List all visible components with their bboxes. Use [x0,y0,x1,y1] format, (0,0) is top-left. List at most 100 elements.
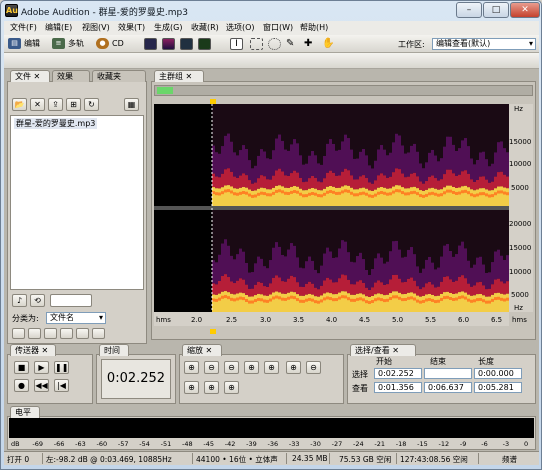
menu-help[interactable]: 帮助(H) [300,22,328,33]
tab-effects[interactable]: 效果 [52,70,90,82]
hand-tool-icon[interactable]: ✋ [322,38,335,50]
spectrum-column [362,294,365,312]
record-button[interactable]: ● [14,379,29,392]
spectrum-column [341,291,344,312]
filter-video-icon[interactable] [44,328,57,339]
filter-loop-icon[interactable] [28,328,41,339]
brush-tool-icon[interactable]: ✎ [286,38,299,50]
selection-length-field[interactable]: 0:00.000 [474,368,522,379]
heal-tool-icon[interactable]: ✚ [304,38,317,50]
workspace-select[interactable]: 编辑查看(默认) ▾ [432,38,536,50]
waveform-view-icon[interactable] [144,38,157,50]
spectral-view-icon[interactable] [162,38,175,50]
stop-button[interactable]: ■ [14,361,29,374]
maximize-button[interactable]: □ [483,2,509,18]
rewind-button[interactable]: ◀◀ [34,379,49,392]
go-to-start-button[interactable]: |◀ [54,379,69,392]
filter-cd-icon[interactable] [92,328,105,339]
view-end-field[interactable]: 0:06.637 [424,382,472,393]
status-divider [478,453,479,464]
spectrum-column [461,171,464,187]
zoom-to-right-edge-icon[interactable]: ⊕ [224,381,239,394]
edit-file-icon[interactable]: ↻ [84,98,99,111]
text-cursor-tool-icon[interactable]: I [230,38,243,50]
lasso-tool-icon[interactable] [268,38,281,50]
cd-view-button[interactable]: ● CD [96,37,124,51]
import-icon[interactable]: ⇪ [48,98,63,111]
tab-transport[interactable]: 传送器 ✕ [10,344,56,356]
insert-icon[interactable]: ⊞ [66,98,81,111]
menu-favorites[interactable]: 收藏(R) [191,22,219,33]
selection-end-field[interactable] [424,368,472,379]
play-button[interactable]: ▶ [34,361,49,374]
spectrum-column [317,300,320,304]
tab-time[interactable]: 时间 [99,344,129,356]
overview-bar[interactable] [154,85,533,96]
level-tick: -30 [310,440,321,448]
loop-icon[interactable]: ⟲ [30,294,45,307]
zoom-out-horizontal-icon[interactable]: ⊖ [204,361,219,374]
pan-view-icon[interactable] [180,38,193,50]
overview-range[interactable] [157,87,173,94]
zoom-in-horizontal-icon[interactable]: ⊕ [184,361,199,374]
spectrum-column [386,177,389,189]
edit-view-button[interactable]: ▤ 编辑 [8,37,40,51]
view-length-field[interactable]: 0:05.281 [474,382,522,393]
spectrum-column [452,190,455,194]
tab-selection-view[interactable]: 选择/查看 ✕ [350,344,416,356]
spectrum-column [386,155,389,178]
phase-view-icon[interactable] [198,38,211,50]
spectrum-column [347,297,350,301]
spectrum-column [443,187,446,206]
multitrack-view-button[interactable]: ≡ 多轨 [52,37,84,51]
tab-files[interactable]: 文件 ✕ [10,70,50,82]
volume-slider[interactable] [50,294,92,307]
view-start-field[interactable]: 0:01.356 [374,382,422,393]
menu-options[interactable]: 选项(O) [226,22,255,33]
spectrum-column [296,190,299,194]
speaker-icon[interactable]: ♪ [12,294,27,307]
zoom-out-vertical-icon[interactable]: ⊖ [306,361,321,374]
menu-window[interactable]: 窗口(W) [263,22,293,33]
time-tick: 2.5 [226,316,238,324]
tab-main-group[interactable]: 主群组 ✕ [154,70,204,82]
cursor-marker-bottom[interactable] [210,329,216,334]
spectrum-column [488,190,491,206]
menu-view[interactable]: 视图(V) [82,22,110,33]
menu-file[interactable]: 文件(F) [10,22,37,33]
menu-effects[interactable]: 效果(T) [118,22,145,33]
menu-generate[interactable]: 生成(G) [154,22,182,33]
zoom-in-right-icon[interactable]: ⊕ [264,361,279,374]
filter-midi-icon[interactable] [60,328,73,339]
spectrum-column [353,179,356,190]
tab-favorites[interactable]: 收藏夹 [92,70,146,82]
spectrum-column [215,298,218,302]
zoom-selection-icon[interactable]: ⊕ [184,381,199,394]
filter-session-icon[interactable] [76,328,89,339]
sort-select[interactable]: 文件名 ▾ [46,312,106,324]
spectrum-column [410,292,413,312]
title-bar[interactable]: Au Adobe Audition - 群星-爱的罗曼史.mp3 – □ ✕ [1,1,541,21]
marquee-tool-icon[interactable] [250,38,263,50]
zoom-in-vertical-icon[interactable]: ⊕ [286,361,301,374]
spectrum-column [344,275,347,292]
menu-edit[interactable]: 编辑(E) [45,22,72,33]
spectrum-column [374,160,377,181]
zoom-out-full-icon[interactable]: ⊖ [224,361,239,374]
close-file-icon[interactable]: ✕ [30,98,45,111]
pause-button[interactable]: ❚❚ [54,361,69,374]
zoom-in-left-icon[interactable]: ⊕ [244,361,259,374]
spectrum-column [362,282,365,295]
tab-level[interactable]: 电平 [10,406,40,418]
selection-start-field[interactable]: 0:02.252 [374,368,422,379]
open-file-icon[interactable]: 📂 [12,98,27,111]
filter-audio-icon[interactable] [12,328,25,339]
tab-zoom[interactable]: 缩放 ✕ [182,344,222,356]
view-options-icon[interactable]: ▦ [124,98,139,111]
spectrum-column [242,173,245,188]
close-button[interactable]: ✕ [510,2,540,18]
minimize-button[interactable]: – [456,2,482,18]
spectral-display[interactable] [154,104,509,312]
zoom-to-left-edge-icon[interactable]: ⊕ [204,381,219,394]
file-list-item[interactable]: 群星-爱的罗曼史.mp3 [14,118,98,129]
